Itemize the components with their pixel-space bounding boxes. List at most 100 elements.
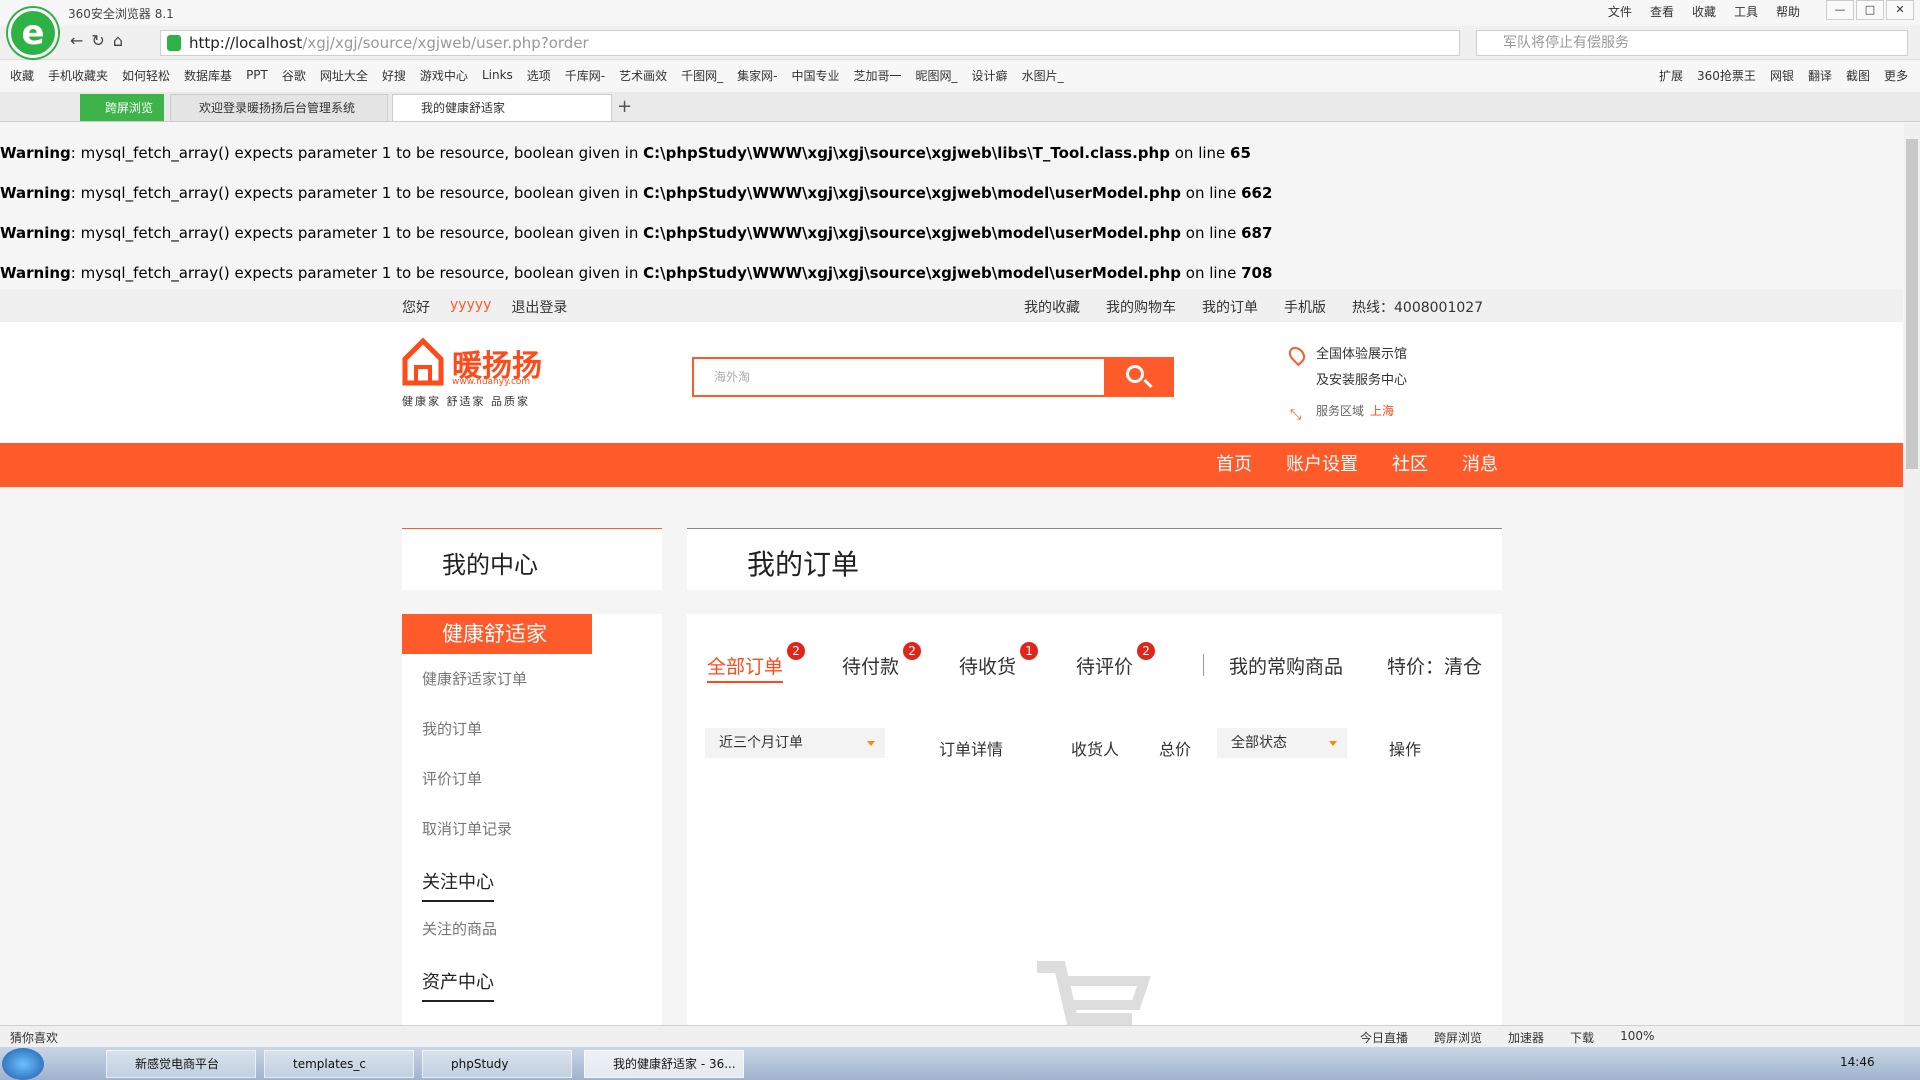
nav-home[interactable]: 首页 — [1216, 443, 1252, 487]
shield-icon — [167, 35, 181, 51]
bookmark[interactable]: 好搜 — [382, 67, 406, 84]
sidebar-item-my-orders[interactable]: 我的订单 — [422, 718, 482, 739]
home-icon[interactable]: ⌂ — [113, 31, 123, 50]
tab-cross-screen[interactable]: 跨屏浏览 — [80, 94, 164, 121]
menu-help[interactable]: 帮助 — [1776, 3, 1800, 20]
menu-tools[interactable]: 工具 — [1734, 3, 1758, 20]
translate-button[interactable]: 翻译 — [1808, 67, 1832, 84]
site-search-input[interactable]: 海外淘 — [692, 357, 1104, 397]
bookmark[interactable]: 收藏 — [10, 67, 34, 84]
vertical-scrollbar[interactable] — [1904, 123, 1920, 1025]
bookmark[interactable]: 艺术画效 — [619, 67, 667, 84]
bank-button[interactable]: 网银 — [1770, 67, 1794, 84]
bookmark[interactable]: 中国专业 — [792, 67, 840, 84]
service-area-city[interactable]: 上海 — [1370, 404, 1394, 418]
username-link[interactable]: yyyyy — [450, 297, 491, 317]
bookmark[interactable]: 千图网_ — [681, 67, 723, 84]
topbar-left: 您好 yyyyy 退出登录 — [402, 297, 567, 317]
clock[interactable]: 14:46 — [1840, 1055, 1875, 1069]
bookmark[interactable]: 昵图网_ — [916, 67, 958, 84]
new-tab-icon[interactable]: + — [617, 96, 632, 117]
time-filter-select[interactable]: 近三个月订单 — [705, 728, 885, 758]
cross-screen-button[interactable]: 跨屏浏览 — [1434, 1029, 1482, 1046]
bookmark[interactable]: 芝加哥一 — [854, 67, 902, 84]
tab-pending-payment[interactable]: 待付款 2 — [842, 642, 922, 679]
sidebar-item-review-orders[interactable]: 评价订单 — [422, 768, 482, 789]
bookmark[interactable]: Links — [482, 68, 513, 82]
scrollbar-thumb[interactable] — [1906, 139, 1918, 469]
bookmark[interactable]: 水图片_ — [1022, 67, 1064, 84]
main-nav: 首页 账户设置 社区 消息 — [0, 443, 1903, 487]
screenshot-button[interactable]: 截图 — [1846, 67, 1870, 84]
search-button[interactable] — [1104, 357, 1174, 397]
brand-logo[interactable]: 暖扬扬 www.nuanyy.com 健康家 舒适家 品质家 — [402, 337, 552, 417]
extensions-button[interactable]: 扩展 — [1659, 67, 1683, 84]
mobile-link[interactable]: 手机版 — [1284, 297, 1326, 317]
store-line-2[interactable]: 及安装服务中心 — [1316, 368, 1407, 394]
ticket-button[interactable]: 360抢票王 — [1697, 67, 1756, 84]
sidebar-item-health-orders[interactable]: 健康舒适家订单 — [422, 668, 527, 689]
tab-all-orders[interactable]: 全部订单 2 — [707, 642, 806, 683]
store-line-1[interactable]: 全国体验展示馆 — [1316, 342, 1407, 368]
close-icon[interactable]: ✕ — [1886, 0, 1914, 20]
download-button[interactable]: 下载 — [1570, 1029, 1594, 1046]
refresh-icon[interactable]: ↻ — [91, 31, 104, 50]
browser-search-input[interactable]: 军队将停止有偿服务 — [1476, 30, 1908, 56]
taskbar-item[interactable]: phpStudy — [422, 1050, 572, 1078]
zoom-level[interactable]: 100% — [1620, 1029, 1654, 1046]
bookmark[interactable]: 游戏中心 — [420, 67, 468, 84]
tab-pending-review[interactable]: 待评价 2 — [1076, 642, 1156, 679]
menu-view[interactable]: 查看 — [1650, 3, 1674, 20]
bookmark[interactable]: 谷歌 — [282, 67, 306, 84]
logout-link[interactable]: 退出登录 — [511, 297, 567, 317]
start-button-icon[interactable] — [2, 1048, 44, 1080]
more-button[interactable]: 更多 — [1884, 67, 1908, 84]
bookmark[interactable]: 千库网- — [565, 67, 605, 84]
my-cart-link[interactable]: 我的购物车 — [1106, 297, 1176, 317]
sidebar-item-followed-goods[interactable]: 关注的商品 — [422, 918, 497, 939]
bookmark[interactable]: 数据库基 — [184, 67, 232, 84]
tab-label: 全部订单 — [707, 656, 784, 678]
nav-community[interactable]: 社区 — [1392, 443, 1428, 487]
nav-messages[interactable]: 消息 — [1462, 443, 1498, 487]
col-receiver: 收货人 — [1071, 740, 1120, 759]
nav-account-settings[interactable]: 账户设置 — [1286, 443, 1358, 487]
page-title: 我的订单 — [747, 548, 860, 581]
taskbar-item[interactable]: 我的健康舒适家 - 36... — [584, 1050, 744, 1078]
site-topbar: 您好 yyyyy 退出登录 我的收藏 我的购物车 我的订单 手机版 热线：400… — [0, 289, 1903, 322]
back-icon[interactable]: ← — [70, 31, 83, 50]
bookmark[interactable]: 集家网- — [737, 67, 777, 84]
tab-admin-login[interactable]: 欢迎登录暖扬扬后台管理系统 — [170, 94, 388, 121]
col-operation: 操作 — [1389, 740, 1422, 759]
bookmark[interactable]: 网址大全 — [320, 67, 368, 84]
count-badge: 2 — [787, 642, 806, 660]
tab-pending-receipt[interactable]: 待收货 1 — [959, 642, 1039, 679]
maximize-icon[interactable]: □ — [1856, 0, 1884, 20]
bookmark[interactable]: 手机收藏夹 — [48, 67, 108, 84]
taskbar-item[interactable]: 新感觉电商平台 — [106, 1050, 256, 1078]
col-total: 总价 — [1159, 740, 1192, 759]
service-area: 服务区域 上海 — [1316, 404, 1395, 418]
taskbar-item[interactable]: templates_c — [264, 1050, 414, 1078]
menu-favorites[interactable]: 收藏 — [1692, 3, 1716, 20]
tab-current[interactable]: 我的健康舒适家 — [392, 94, 612, 121]
tab-clearance[interactable]: 特价：清仓 — [1387, 652, 1482, 679]
bookmark[interactable]: 选项 — [527, 67, 551, 84]
accelerator-button[interactable]: 加速器 — [1508, 1029, 1544, 1046]
live-today-button[interactable]: 今日直播 — [1360, 1029, 1408, 1046]
my-favorites-link[interactable]: 我的收藏 — [1024, 297, 1080, 317]
php-warning: Warning: mysql_fetch_array() expects par… — [0, 264, 1273, 282]
browser-title: 360安全浏览器 8.1 — [68, 7, 174, 21]
bookmark[interactable]: 设计癖 — [972, 67, 1008, 84]
sidebar-header[interactable]: 健康舒适家 — [402, 614, 592, 654]
bookmark[interactable]: PPT — [246, 68, 268, 82]
minimize-icon[interactable]: — — [1826, 0, 1854, 20]
tab-frequent-goods[interactable]: 我的常购商品 — [1229, 652, 1343, 679]
bookmark[interactable]: 如何轻松 — [122, 67, 170, 84]
menu-file[interactable]: 文件 — [1608, 3, 1632, 20]
sidebar-item-cancel-records[interactable]: 取消订单记录 — [422, 818, 512, 839]
status-filter-select[interactable]: 全部状态 — [1217, 728, 1347, 758]
my-orders-link[interactable]: 我的订单 — [1202, 297, 1258, 317]
url-input[interactable]: http://localhost/xgj/xgj/source/xgjweb/u… — [160, 30, 1460, 56]
guess-you-like[interactable]: 猜你喜欢 — [10, 1029, 58, 1046]
